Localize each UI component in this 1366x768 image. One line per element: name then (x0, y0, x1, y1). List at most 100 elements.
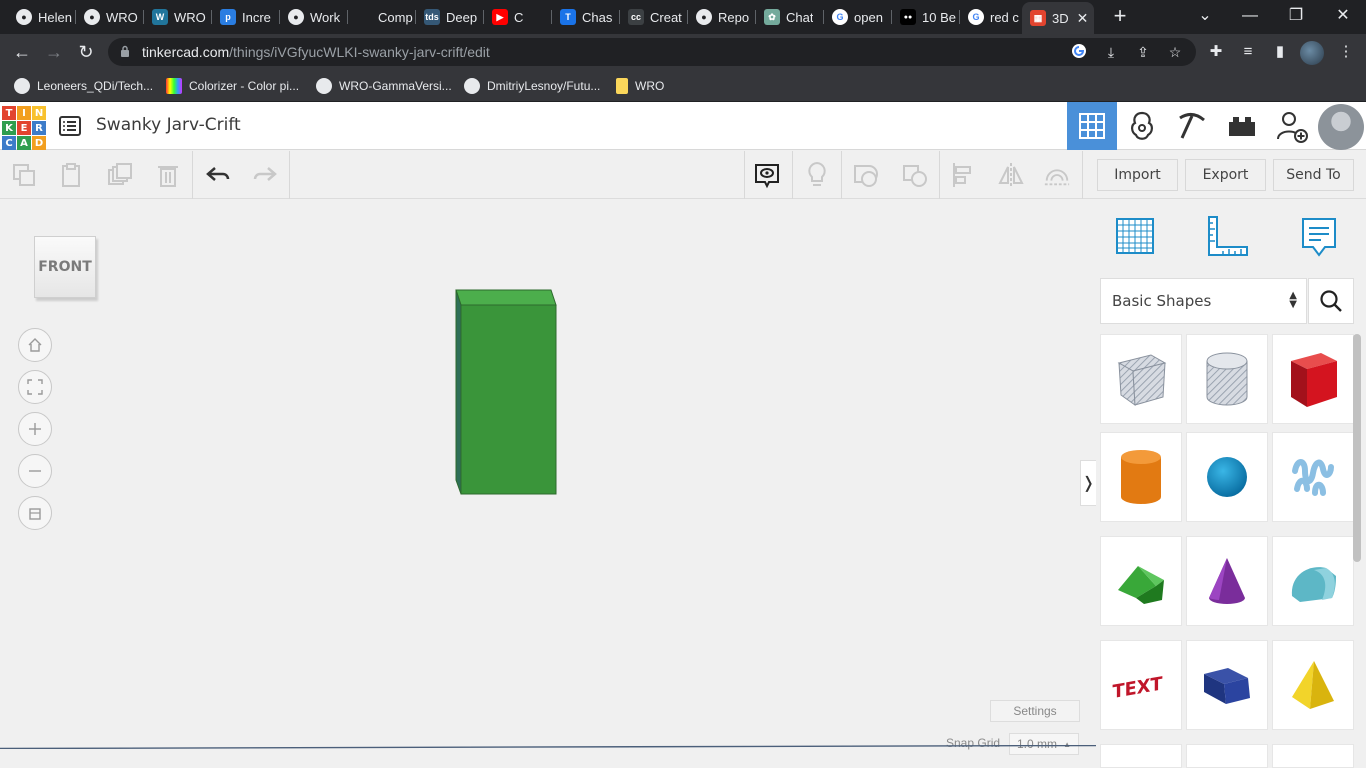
bookmark-item[interactable]: Colorizer - Color pi... (166, 77, 299, 95)
ruler-tool-button[interactable] (1204, 214, 1250, 260)
share-icon[interactable]: ⇪ (1134, 43, 1152, 61)
maximize-icon[interactable]: ❐ (1284, 4, 1308, 28)
address-bar[interactable]: tinkercad.com/things/iVGfyucWLKI-swanky-… (108, 38, 1196, 66)
browser-tab[interactable]: W WRO (144, 4, 212, 30)
browser-tab[interactable]: ● Repo (688, 4, 756, 30)
shape-tile-round-roof[interactable] (1272, 536, 1354, 626)
browser-menu-icon[interactable]: ⋮ (1336, 42, 1356, 62)
ungroup-icon[interactable] (901, 161, 929, 189)
zoom-in-button[interactable] (18, 412, 52, 446)
box-icon (1291, 353, 1337, 407)
browser-tab[interactable]: T Chas (552, 4, 620, 30)
bookmark-item[interactable]: Leoneers_QDi/Tech... (14, 77, 153, 95)
copy-icon[interactable] (10, 161, 38, 189)
delete-icon[interactable] (154, 161, 182, 189)
browser-tab[interactable]: ▦ 3D ✕ (1022, 2, 1094, 34)
align-icon[interactable] (950, 161, 978, 189)
bookmark-item[interactable]: WRO (616, 77, 664, 95)
shape-category-select[interactable]: Basic Shapes ▲ ▼ (1100, 278, 1307, 324)
bookmark-item[interactable]: WRO-GammaVersi... (316, 77, 452, 95)
zoom-out-button[interactable] (18, 454, 52, 488)
duplicate-icon[interactable] (106, 161, 134, 189)
ortho-view-button[interactable] (18, 496, 52, 530)
side-panel-icon[interactable]: ▮ (1270, 42, 1290, 62)
shape-tile-box[interactable] (1272, 334, 1354, 424)
minus-icon (29, 470, 41, 472)
extensions-icon[interactable]: ✚ (1206, 42, 1226, 62)
shape-tile-partial[interactable] (1186, 744, 1268, 768)
shape-tile-prism[interactable] (1186, 640, 1268, 730)
shape-tile-partial[interactable] (1272, 744, 1354, 768)
group-icon[interactable] (852, 161, 880, 189)
workplane[interactable]: FRONT ❭ Settings Snap Grid 1.0 mm ▲ (0, 200, 1096, 768)
shape-tile-scribble[interactable] (1272, 432, 1354, 522)
view-cube[interactable]: FRONT (32, 236, 98, 302)
import-button[interactable]: Import (1097, 159, 1178, 191)
shape-tile-partial[interactable] (1100, 744, 1182, 768)
mirror-icon[interactable] (997, 161, 1025, 189)
send-to-button[interactable]: Send To (1273, 159, 1354, 191)
browser-tab[interactable]: ● Helen (8, 4, 76, 30)
fit-view-button[interactable] (18, 370, 52, 404)
browser-tab[interactable]: Gopen (824, 4, 892, 30)
3d-design-view-button[interactable] (1067, 102, 1117, 150)
notes-icon[interactable] (753, 161, 781, 189)
user-avatar[interactable] (1318, 104, 1364, 150)
browser-tab[interactable]: cc Creat (620, 4, 688, 30)
forward-icon[interactable]: → (42, 40, 66, 64)
browser-tab[interactable]: ● Work (280, 4, 348, 30)
workplane-tool-button[interactable] (1112, 214, 1158, 260)
shape-search-button[interactable] (1308, 278, 1354, 324)
browser-tab[interactable]: ▶ C (484, 4, 552, 30)
browser-tab[interactable]: p Incre (212, 4, 280, 30)
paste-icon[interactable] (57, 161, 85, 189)
design-title[interactable]: Swanky Jarv-Crift (96, 115, 241, 135)
close-tab-icon[interactable]: ✕ (1077, 10, 1089, 27)
bookmark-star-icon[interactable]: ☆ (1166, 43, 1184, 61)
shape-tile-cylinder-hole[interactable] (1186, 334, 1268, 424)
bookmark-item[interactable]: DmitriyLesnoy/Futu... (464, 77, 600, 95)
browser-tab[interactable]: ● WRO (76, 4, 144, 30)
browser-tab[interactable]: ✿ Chat (756, 4, 824, 30)
close-window-icon[interactable]: ✕ (1331, 4, 1355, 28)
cruise-icon[interactable] (1043, 161, 1071, 189)
shape-tile-text[interactable]: TEXT (1100, 640, 1182, 730)
notes-tool-button[interactable] (1296, 214, 1342, 260)
view-cube-front-face[interactable]: FRONT (34, 236, 96, 298)
home-view-button[interactable] (18, 328, 52, 362)
blocks-view-button[interactable] (1117, 102, 1167, 150)
install-icon[interactable]: ⤓ (1102, 43, 1120, 61)
settings-button[interactable]: Settings (990, 700, 1080, 722)
design-menu-icon[interactable] (58, 114, 82, 138)
media-icon[interactable]: ≡ (1238, 42, 1258, 62)
shape-tile-pyramid[interactable] (1272, 640, 1354, 730)
tab-search-icon[interactable]: ⌄ (1193, 4, 1217, 28)
shape-tile-cylinder[interactable] (1100, 432, 1182, 522)
redo-icon[interactable] (251, 161, 279, 189)
shape-tile-sphere[interactable] (1186, 432, 1268, 522)
invite-user-button[interactable] (1267, 102, 1317, 150)
shape-tile-roof[interactable] (1100, 536, 1182, 626)
collapse-panel-button[interactable]: ❭ (1080, 460, 1096, 506)
lightbulb-icon[interactable] (803, 161, 831, 189)
back-icon[interactable]: ← (10, 40, 34, 64)
shape-tile-cone[interactable] (1186, 536, 1268, 626)
green-box-object[interactable] (452, 288, 560, 496)
reload-icon[interactable]: ↻ (74, 40, 98, 64)
browser-tab[interactable]: ●● 10 Be (892, 4, 960, 30)
bricks-view-button[interactable] (1217, 102, 1267, 150)
browser-profile-avatar[interactable] (1300, 41, 1324, 65)
browser-tab[interactable]: Gred c (960, 4, 1028, 30)
new-tab-button[interactable]: + (1108, 5, 1132, 29)
minecraft-view-button[interactable] (1167, 102, 1217, 150)
panel-scrollbar[interactable] (1353, 334, 1361, 562)
minimize-icon[interactable]: — (1238, 4, 1262, 28)
tinkercad-logo[interactable]: TIN KER CAD (2, 106, 46, 150)
browser-tab[interactable]: tds Deep (416, 4, 484, 30)
browser-tab[interactable]: Comp (348, 4, 416, 30)
google-lens-icon[interactable] (1070, 43, 1088, 61)
export-button[interactable]: Export (1185, 159, 1266, 191)
snap-grid-select[interactable]: 1.0 mm ▲ (1009, 733, 1079, 755)
undo-icon[interactable] (204, 161, 232, 189)
shape-tile-box-hole[interactable] (1100, 334, 1182, 424)
